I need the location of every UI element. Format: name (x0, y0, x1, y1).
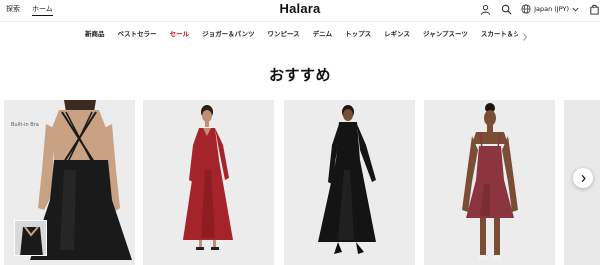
category-nav: 新商品 ベストセラー セール ジョガー＆パンツ ワンピース デニム トップス レ… (0, 26, 600, 41)
category-denim[interactable]: デニム (313, 28, 333, 38)
explore-link[interactable]: 探索 (6, 4, 20, 16)
header-divider (0, 21, 600, 22)
category-skirts-shorts[interactable]: スカート＆ショート (481, 28, 518, 38)
section-title: おすすめ (268, 66, 331, 84)
account-icon[interactable] (479, 3, 491, 15)
category-next-chevron-icon[interactable] (520, 27, 530, 41)
category-joggers-pants[interactable]: ジョガー＆パンツ (202, 28, 254, 38)
home-link[interactable]: ホーム (32, 4, 53, 16)
category-bestseller[interactable]: ベストセラー (118, 28, 157, 38)
product-card[interactable] (424, 100, 555, 265)
product-carousel: Built-in Bra (0, 100, 600, 265)
cart-icon[interactable] (588, 3, 600, 15)
chevron-down-icon (572, 7, 579, 11)
product-card[interactable] (284, 100, 415, 265)
category-jumpsuits[interactable]: ジャンプスーツ (423, 28, 468, 38)
product-image (183, 105, 233, 250)
category-dresses[interactable]: ワンピース (267, 28, 299, 38)
category-tops[interactable]: トップス (345, 28, 371, 38)
product-card[interactable]: Built-in Bra (4, 100, 135, 265)
chevron-right-icon (581, 174, 586, 182)
product-thumbnail[interactable] (14, 220, 47, 256)
globe-icon (521, 4, 531, 14)
top-bar: 探索 ホーム Halara Japan (JPY) (0, 0, 600, 20)
carousel-next-button[interactable] (573, 168, 593, 188)
product-badge: Built-in Bra (11, 122, 39, 128)
locale-selector[interactable]: Japan (JPY) (521, 4, 579, 14)
category-sale[interactable]: セール (170, 28, 190, 38)
category-leggings[interactable]: レギンス (384, 28, 410, 38)
locale-label: Japan (JPY) (534, 5, 569, 13)
category-list: 新商品 ベストセラー セール ジョガー＆パンツ ワンピース デニム トップス レ… (85, 28, 518, 38)
product-image (462, 103, 518, 260)
category-new[interactable]: 新商品 (85, 28, 105, 38)
product-card[interactable] (143, 100, 274, 265)
product-image (318, 105, 376, 254)
top-right-actions: Japan (JPY) (479, 3, 600, 15)
top-left-nav: 探索 ホーム (6, 4, 53, 16)
search-icon[interactable] (500, 3, 512, 15)
